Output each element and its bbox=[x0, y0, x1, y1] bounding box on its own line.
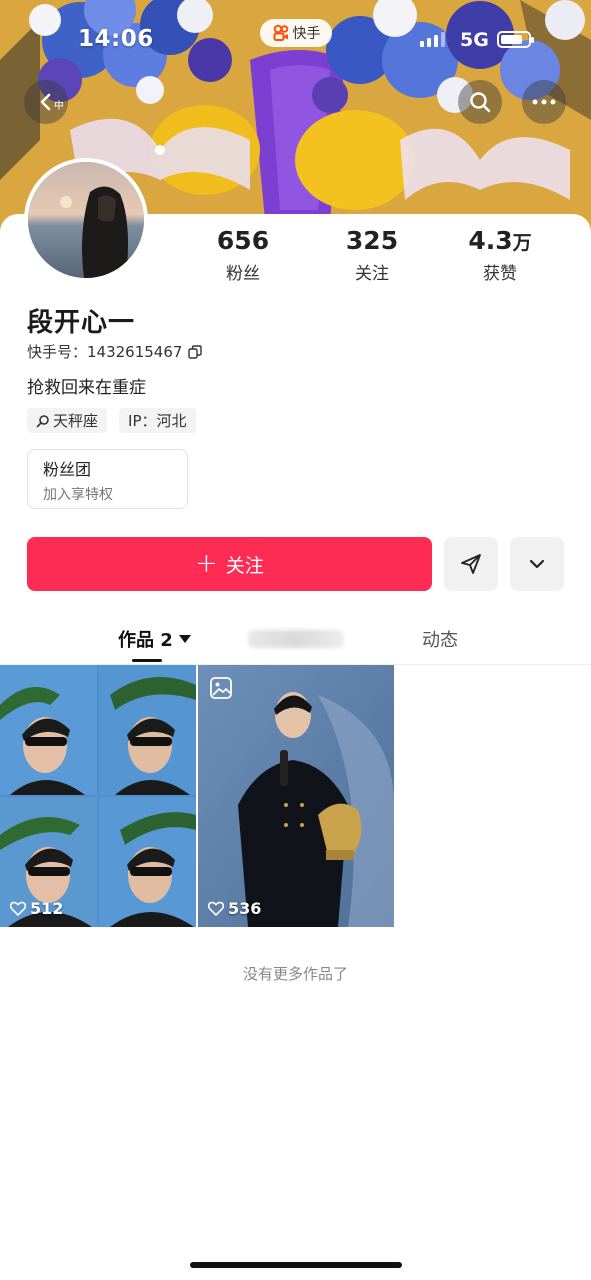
user-id: 快手号：1432615467 bbox=[27, 341, 203, 362]
like-count: 536 bbox=[208, 899, 261, 918]
like-count: 512 bbox=[10, 899, 63, 918]
heart-icon bbox=[10, 901, 26, 916]
message-button[interactable] bbox=[444, 537, 498, 591]
fan-club-subtitle: 加入享特权 bbox=[43, 487, 113, 503]
stat-fans[interactable]: 656 粉丝 bbox=[188, 226, 298, 284]
app-badge-label: 快手 bbox=[292, 26, 321, 42]
paper-plane-icon bbox=[461, 554, 481, 574]
search-icon bbox=[36, 414, 49, 427]
tab-hidden-placeholder[interactable] bbox=[248, 630, 344, 648]
chevron-down-icon bbox=[529, 559, 545, 569]
chevron-left-icon bbox=[40, 93, 51, 111]
signal-icon bbox=[420, 32, 445, 47]
stat-following[interactable]: 325 关注 bbox=[317, 226, 427, 284]
work-thumbnail[interactable]: 536 bbox=[198, 665, 394, 927]
more-dots-icon bbox=[532, 99, 556, 105]
search-button[interactable] bbox=[458, 80, 502, 124]
work-image bbox=[198, 665, 394, 927]
content-tabs: 作品 2 动态 bbox=[0, 610, 591, 665]
no-more-works-label: 没有更多作品了 bbox=[242, 965, 348, 983]
tag-zodiac[interactable]: 天秤座 bbox=[27, 408, 108, 433]
like-count-value: 512 bbox=[30, 899, 64, 918]
more-button[interactable] bbox=[522, 80, 566, 124]
follow-label: 关注 bbox=[225, 554, 264, 577]
like-count-value: 536 bbox=[228, 899, 262, 918]
avatar[interactable] bbox=[24, 158, 148, 282]
fan-club-title: 粉丝团 bbox=[43, 460, 92, 479]
expand-button[interactable] bbox=[510, 537, 564, 591]
profile-name: 段开心一 bbox=[27, 308, 136, 338]
app-badge: 快手 bbox=[260, 19, 332, 47]
back-button[interactable]: 中 bbox=[24, 80, 68, 124]
tab-dynamic[interactable]: 动态 bbox=[422, 626, 458, 652]
battery-icon bbox=[497, 31, 534, 48]
work-thumbnail[interactable]: 512 bbox=[0, 665, 196, 927]
stat-label: 关注 bbox=[355, 264, 389, 284]
avatar-image bbox=[28, 162, 144, 278]
fan-club-card[interactable]: 粉丝团 加入享特权 bbox=[27, 449, 188, 509]
stat-label: 获赞 bbox=[483, 264, 517, 284]
search-icon bbox=[470, 92, 491, 113]
tab-works-label: 作品 2 bbox=[118, 630, 173, 651]
work-image bbox=[0, 665, 196, 927]
back-hint-label: 中 bbox=[54, 101, 64, 112]
tab-active-indicator bbox=[132, 659, 162, 662]
stat-likes[interactable]: 4.3万 获赞 bbox=[445, 226, 555, 284]
stat-value: 4.3万 bbox=[468, 226, 532, 255]
user-id-text: 快手号：1432615467 bbox=[27, 343, 183, 361]
plus-icon: + bbox=[195, 548, 218, 579]
profile-bio: 抢救回来在重症 bbox=[27, 378, 146, 398]
stat-label: 粉丝 bbox=[226, 264, 260, 284]
home-indicator[interactable] bbox=[190, 1262, 402, 1268]
tag-ip: IP：河北 bbox=[119, 408, 196, 433]
tab-works[interactable]: 作品 2 bbox=[118, 626, 191, 662]
heart-icon bbox=[208, 901, 224, 916]
kuaishou-logo-icon bbox=[273, 24, 288, 41]
network-label: 5G bbox=[460, 29, 489, 51]
stat-value: 656 bbox=[216, 226, 270, 255]
copy-icon[interactable] bbox=[188, 344, 203, 359]
stat-value: 325 bbox=[345, 226, 399, 255]
profile-tags: 天秤座 IP：河北 bbox=[27, 408, 196, 433]
caret-down-icon bbox=[178, 635, 191, 643]
tag-label: 天秤座 bbox=[53, 412, 99, 430]
image-type-icon bbox=[210, 677, 232, 699]
follow-button[interactable]: + 关注 bbox=[27, 537, 432, 591]
tag-label: IP：河北 bbox=[128, 412, 187, 430]
status-time: 14:06 bbox=[78, 26, 154, 52]
